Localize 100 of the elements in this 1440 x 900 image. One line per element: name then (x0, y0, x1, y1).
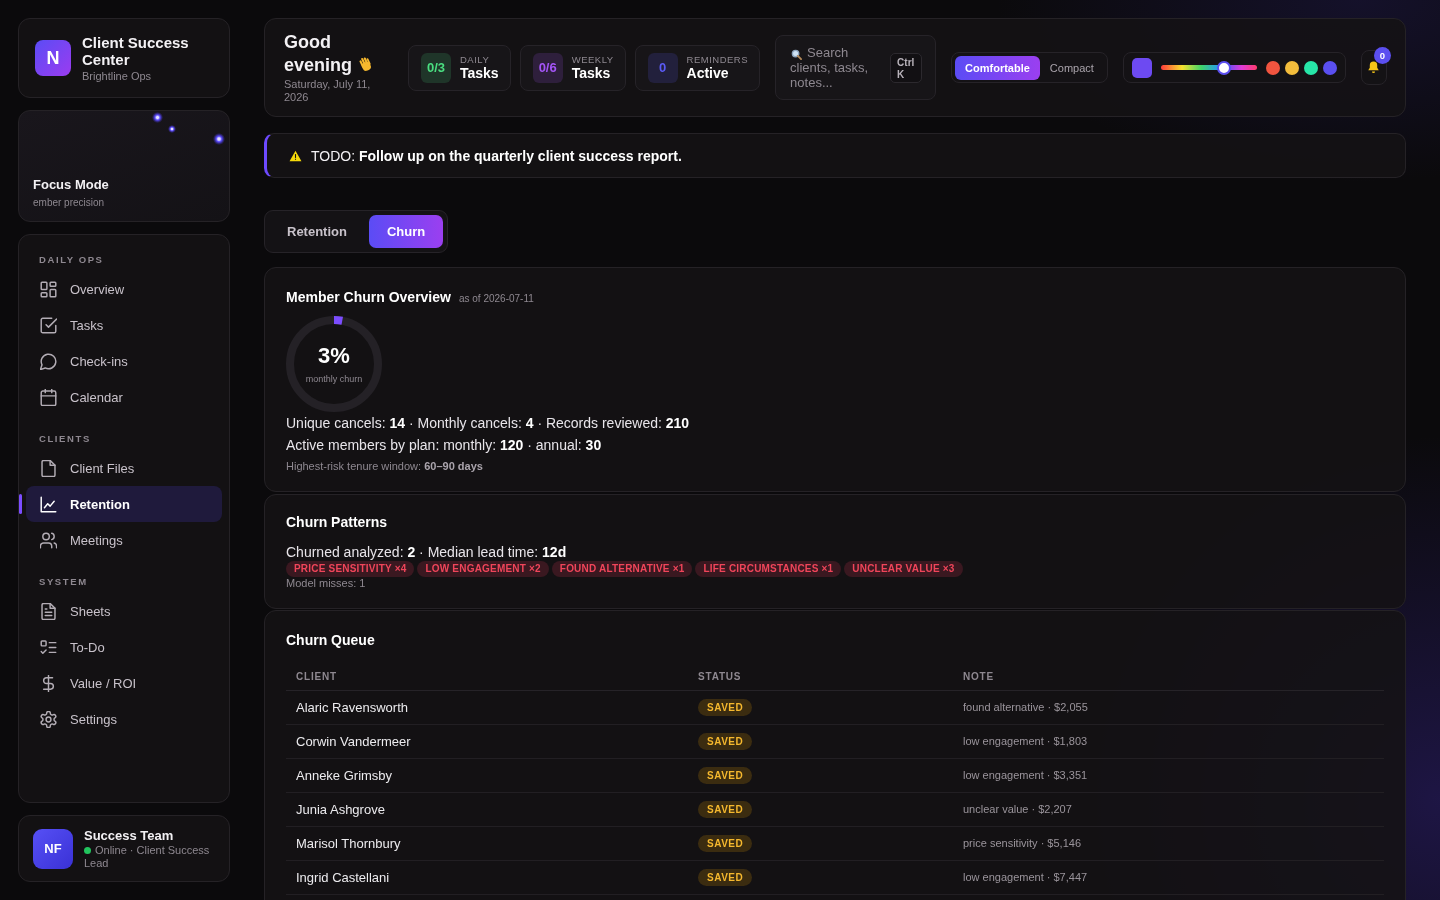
reason-tag: FOUND ALTERNATIVE ×1 (551, 561, 693, 577)
count-value: 0 (658, 61, 667, 74)
reason-tag: UNCLEAR VALUE ×3 (844, 561, 963, 577)
hue-slider[interactable] (1160, 60, 1257, 75)
status-badge: SAVED (698, 732, 753, 750)
density-option[interactable]: Comfortable (955, 55, 1040, 80)
shortcut-hint: Ctrl K (890, 52, 923, 83)
table-cell: unclear value · $2,207 (953, 792, 1384, 826)
table-cell: low engagement · $3,351 (953, 758, 1384, 792)
document-icon (40, 459, 57, 477)
count-value: 0/6 (538, 61, 557, 74)
status-badge: SAVED (698, 698, 753, 716)
user-status: Online · Client Success Lead (84, 843, 210, 869)
reason-tag: LIFE CIRCUMSTANCES ×1 (695, 561, 842, 577)
color-dot-icon[interactable] (1284, 60, 1299, 75)
greeting-title: Good evening (284, 32, 353, 75)
table-cell: found alternative · $2,055 (953, 690, 1384, 724)
warning-icon (289, 149, 302, 162)
checklist-icon (40, 638, 57, 656)
nav-item[interactable]: Overview (26, 271, 222, 307)
status-badge: SAVED (698, 868, 753, 886)
stat-label: DAILY (460, 54, 490, 65)
notification-count-badge: 0 (1373, 47, 1391, 64)
status-badge: SAVED (698, 834, 753, 852)
table-cell: Junia Ashgrove (286, 792, 688, 826)
table-cell: Corwin Vandermeer (286, 724, 688, 758)
density-option[interactable]: Compact (1039, 55, 1104, 80)
nav-section-heading: CLIENTS (39, 433, 91, 445)
nav-section-heading: DAILY OPS (39, 254, 104, 266)
settings-icon (40, 710, 57, 728)
active-indicator-icon (19, 494, 22, 514)
card-title: Churn Queue (286, 631, 375, 649)
summary-line: Churned analyzed: 2 · Median lead time: 12d (286, 543, 567, 561)
reason-tag: LOW ENGAGEMENT ×2 (417, 561, 549, 577)
status-badge: SAVED (698, 766, 753, 784)
brand-logo: N (35, 40, 71, 76)
app-title: Client Success Center (82, 33, 190, 68)
calendar-icon (40, 388, 57, 406)
count-value: 0/3 (426, 61, 446, 74)
line-chart-icon (40, 495, 57, 513)
status-badge: SAVED (698, 800, 753, 818)
checked-box-icon (40, 316, 57, 334)
table-cell: low engagement · $1,803 (953, 724, 1384, 758)
app-subtitle: Brightline Ops (82, 68, 152, 83)
glow-dot-icon (152, 112, 163, 123)
model-misses-note: Model misses: 1 (286, 577, 366, 590)
glow-dot-icon (213, 133, 225, 145)
column-header: CLIENT (286, 663, 688, 690)
focus-mode-title: Focus Mode (33, 177, 109, 193)
card-title: Member Churn Overview (286, 288, 451, 306)
nav-item[interactable]: Tasks (26, 307, 222, 343)
speech-bubble-icon (40, 352, 57, 370)
tab[interactable]: Retention (269, 215, 365, 248)
nav-item[interactable]: Client Files (26, 450, 222, 486)
date-text: Saturday, July 11, 2026 (284, 78, 372, 104)
search-field[interactable]: Search clients, tasks, notes... Ctrl K (775, 35, 937, 100)
nav-item[interactable]: Retention (26, 486, 222, 522)
nav-item[interactable]: Calendar (26, 379, 222, 415)
churn-percentage: 3% (318, 343, 350, 368)
nav-item[interactable]: Check-ins (26, 343, 222, 379)
nav-section-heading: SYSTEM (39, 576, 88, 588)
slider-thumb[interactable] (1217, 60, 1232, 75)
nav-item[interactable]: Sheets (26, 593, 222, 629)
nav-item[interactable]: Meetings (26, 522, 222, 558)
stat-title: Tasks (571, 65, 611, 81)
color-dot-icon[interactable] (1322, 60, 1337, 75)
people-icon (40, 531, 57, 549)
table-cell: Anneke Grimsby (286, 758, 688, 792)
focus-mode-subtitle: ember precision (33, 196, 105, 209)
nav-item[interactable]: To-Do (26, 629, 222, 665)
table-cell: price sensitivity · $5,146 (953, 826, 1384, 860)
dashboard-icon (40, 280, 57, 298)
stat-label: REMINDERS (686, 54, 749, 65)
bell-icon (1367, 61, 1381, 74)
dollar-icon (40, 674, 57, 692)
todo-text: TODO: Follow up on the quarterly client success report. (311, 147, 682, 164)
table-cell: Marisol Thornbury (286, 826, 688, 860)
user-name: Success Team (84, 827, 174, 844)
glow-dot-icon (168, 125, 176, 133)
stat-title: Active (686, 65, 729, 81)
user-avatar: NF (33, 828, 73, 869)
stat-line: Unique cancels: 14 · Monthly cancels: 4 · Records reviewed: 210 (286, 414, 690, 433)
card-title: Churn Patterns (286, 513, 388, 531)
text-document-icon (40, 602, 57, 620)
color-dot-icon[interactable] (1265, 60, 1280, 75)
stat-title: Tasks (460, 65, 499, 81)
nav-item[interactable]: Value / ROI (26, 665, 222, 701)
stat-label: WEEKLY (571, 54, 614, 65)
as-of-date: as of 2026-07-11 (458, 293, 534, 304)
column-header: NOTE (953, 663, 1384, 690)
churn-caption: monthly churn (305, 372, 363, 385)
tab[interactable]: Churn (368, 215, 444, 248)
stat-note: Highest-risk tenure window: 60–90 days (286, 459, 483, 474)
color-dot-icon[interactable] (1303, 60, 1318, 75)
table-cell: low engagement · $7,447 (953, 860, 1384, 894)
color-swatch-icon[interactable] (1131, 57, 1152, 78)
reason-tag: PRICE SENSITIVITY ×4 (286, 561, 415, 577)
column-header: STATUS (688, 663, 953, 690)
nav-item[interactable]: Settings (26, 701, 222, 737)
search-icon (791, 49, 803, 60)
